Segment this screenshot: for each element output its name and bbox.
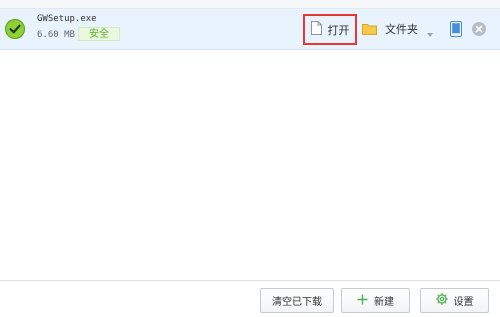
plus-icon bbox=[357, 294, 368, 308]
phone-icon[interactable] bbox=[450, 21, 462, 37]
settings-label: 设置 bbox=[453, 297, 474, 308]
folder-icon bbox=[362, 20, 377, 39]
open-file-button[interactable]: 打开 bbox=[303, 14, 357, 45]
new-download-button[interactable]: 新建 bbox=[341, 288, 410, 313]
chevron-down-icon[interactable] bbox=[427, 33, 433, 37]
file-name: GWSetup.exe bbox=[37, 14, 97, 24]
top-strip bbox=[0, 0, 500, 9]
new-download-label: 新建 bbox=[374, 297, 394, 308]
gear-icon bbox=[435, 292, 448, 308]
settings-button[interactable]: 设置 bbox=[420, 288, 489, 313]
clear-downloaded-label: 清空已下载 bbox=[272, 297, 322, 308]
check-icon bbox=[5, 19, 25, 39]
safety-badge: 安全 bbox=[78, 27, 120, 41]
open-folder-label: 文件夹 bbox=[385, 23, 418, 36]
clear-downloaded-button[interactable]: 清空已下载 bbox=[260, 288, 334, 313]
open-file-label: 打开 bbox=[327, 23, 350, 37]
file-size: 6.60 MB bbox=[37, 30, 75, 40]
document-icon bbox=[310, 20, 322, 39]
bottom-toolbar: 清空已下载 新建 设置 bbox=[0, 280, 500, 317]
close-icon[interactable] bbox=[472, 22, 486, 36]
open-folder-button[interactable]: 文件夹 bbox=[362, 20, 418, 38]
download-item[interactable]: GWSetup.exe 6.60 MB 安全 打开 文件夹 bbox=[0, 9, 500, 50]
